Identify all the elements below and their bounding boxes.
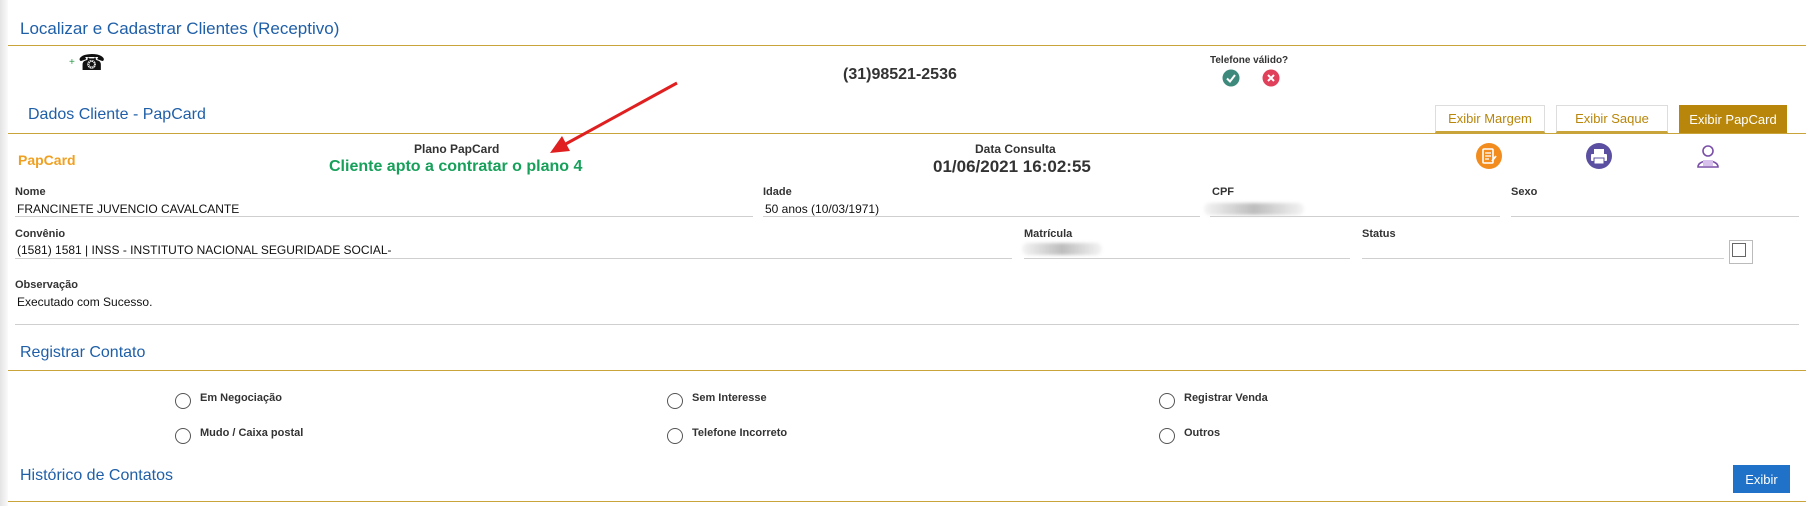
left-edge-shadow — [0, 0, 8, 506]
radio-label-em-negociacao: Em Negociação — [200, 392, 282, 404]
radio-sem-interesse[interactable] — [667, 393, 683, 409]
valid-check-icon[interactable] — [1222, 69, 1240, 87]
matricula-underline — [1024, 258, 1350, 259]
user-profile-icon[interactable] — [1694, 142, 1722, 170]
radio-label-telefone-incorreto: Telefone Incorreto — [692, 427, 788, 439]
observacao-label: Observação — [15, 279, 78, 291]
phone-valid-label: Telefone válido? — [1210, 55, 1289, 66]
radio-mudo-caixa-postal[interactable] — [175, 428, 191, 444]
contact-section-title: Registrar Contato — [20, 344, 146, 361]
client-section-divider — [8, 133, 1806, 134]
document-edit-icon[interactable] — [1475, 142, 1503, 170]
papcard-brand: PapCard — [18, 152, 76, 168]
status-underline — [1362, 258, 1724, 259]
phone-icon[interactable]: ☎ — [78, 52, 105, 74]
header-divider — [8, 45, 1806, 46]
radio-outros[interactable] — [1159, 428, 1175, 444]
observacao-value: Executado com Sucesso. — [17, 295, 153, 309]
radio-label-mudo-caixa-postal: Mudo / Caixa postal — [200, 427, 304, 439]
cpf-label: CPF — [1212, 186, 1234, 198]
idade-value: 50 anos (10/03/1971) — [765, 202, 880, 216]
exibir-historico-button[interactable]: Exibir — [1733, 465, 1790, 493]
contact-section-divider — [8, 370, 1806, 371]
invalid-x-icon[interactable] — [1262, 69, 1280, 87]
matricula-redacted — [1022, 243, 1102, 255]
red-arrow-annotation — [550, 81, 678, 153]
exibir-papcard-button[interactable]: Exibir PapCard — [1679, 105, 1787, 133]
convenio-underline — [15, 258, 1012, 259]
sexo-label: Sexo — [1511, 186, 1538, 198]
nome-label: Nome — [15, 186, 46, 198]
status-box[interactable] — [1729, 240, 1753, 264]
history-section-divider — [8, 501, 1806, 502]
add-phone-plus[interactable]: + — [69, 57, 75, 68]
matricula-label: Matrícula — [1024, 228, 1073, 240]
radio-label-outros: Outros — [1184, 427, 1221, 439]
idade-label: Idade — [763, 186, 792, 198]
convenio-value: (1581) 1581 | INSS - INSTITUTO NACIONAL … — [17, 243, 392, 257]
convenio-label: Convênio — [15, 228, 66, 240]
radio-label-sem-interesse: Sem Interesse — [692, 392, 767, 404]
cpf-underline — [1210, 216, 1500, 217]
history-section-title: Histórico de Contatos — [20, 467, 173, 484]
nome-underline — [15, 216, 753, 217]
client-section-title: Dados Cliente - PapCard — [28, 106, 206, 123]
radio-label-registrar-venda: Registrar Venda — [1184, 392, 1268, 404]
status-label: Status — [1362, 228, 1396, 240]
idade-underline — [763, 216, 1200, 217]
page-title: Localizar e Cadastrar Clientes (Receptiv… — [20, 19, 340, 38]
sexo-underline — [1511, 216, 1799, 217]
data-consulta-label: Data Consulta — [975, 142, 1056, 156]
observacao-underline — [15, 324, 1799, 325]
cpf-redacted — [1204, 203, 1304, 215]
plano-label: Plano PapCard — [414, 142, 500, 156]
status-checkbox[interactable] — [1732, 243, 1746, 257]
nome-value: FRANCINETE JUVENCIO CAVALCANTE — [17, 202, 240, 216]
radio-registrar-venda[interactable] — [1159, 393, 1175, 409]
radio-em-negociacao[interactable] — [175, 393, 191, 409]
phone-number: (31)98521-2536 — [843, 66, 957, 83]
radio-telefone-incorreto[interactable] — [667, 428, 683, 444]
exibir-saque-button[interactable]: Exibir Saque — [1556, 105, 1668, 133]
print-icon[interactable] — [1585, 142, 1613, 170]
plano-value: Cliente apto a contratar o plano 4 — [329, 158, 583, 175]
exibir-margem-button[interactable]: Exibir Margem — [1435, 105, 1545, 133]
data-consulta-value: 01/06/2021 16:02:55 — [933, 157, 1091, 176]
